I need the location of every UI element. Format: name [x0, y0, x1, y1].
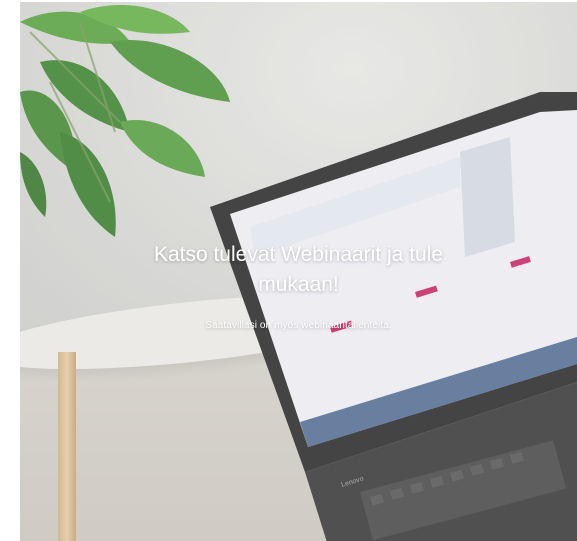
hero-subtitle: Saatavillasi on myös webinaaritallenteit…: [205, 320, 392, 331]
hero-text-block: Katso tulevat Webinaarit ja tule mukaan!…: [20, 240, 577, 331]
hero-title: Katso tulevat Webinaarit ja tule mukaan!: [153, 243, 444, 296]
hero-banner: Lenovo Katso tulevat Webinaarit ja tule …: [20, 2, 577, 541]
